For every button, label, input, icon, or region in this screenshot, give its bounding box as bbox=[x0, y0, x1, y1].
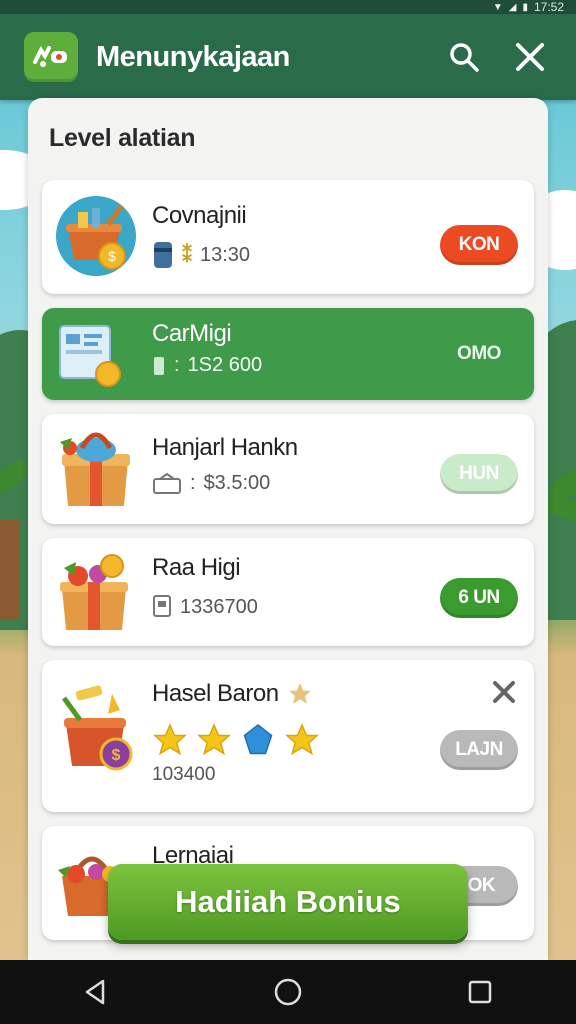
item-meta: 1336700 bbox=[152, 594, 258, 620]
app-bar: Menunykajaan bbox=[0, 14, 576, 100]
pot-coin-icon: $ bbox=[54, 684, 140, 779]
level-panel: Level alatian $ Covnajnii ⁑ 13:30 KON Ca… bbox=[28, 98, 548, 960]
status-bar: ▼ ◢ ▮ 17:52 bbox=[0, 0, 576, 14]
close-icon[interactable] bbox=[492, 680, 516, 709]
item-value: 103400 bbox=[152, 764, 216, 785]
svg-text:$: $ bbox=[108, 248, 116, 264]
item-action-button[interactable]: KON bbox=[440, 225, 518, 265]
item-name: Raa Higi bbox=[152, 554, 241, 581]
note-icon bbox=[153, 595, 171, 617]
bar-icon bbox=[154, 356, 164, 375]
item-value: 1336700 bbox=[180, 595, 258, 618]
panel-title: Level alatian bbox=[49, 124, 196, 152]
recents-icon[interactable] bbox=[450, 967, 510, 1017]
back-icon[interactable] bbox=[66, 967, 126, 1017]
status-time: 17:52 bbox=[533, 0, 564, 14]
item-meta: : $3.5:00 bbox=[152, 472, 270, 495]
home-icon[interactable] bbox=[258, 967, 318, 1017]
search-icon[interactable] bbox=[442, 35, 486, 79]
app-logo-icon[interactable] bbox=[24, 32, 78, 82]
blue-gem-icon bbox=[243, 724, 273, 755]
fruit-box-icon bbox=[54, 550, 134, 639]
basket-coin-icon: $ bbox=[54, 194, 138, 283]
wifi-icon: ▼ bbox=[492, 1, 503, 13]
list-item-raa-higi[interactable]: Raa Higi 1336700 6 UN bbox=[42, 538, 534, 646]
star-icon bbox=[153, 723, 187, 756]
can-icon bbox=[154, 242, 172, 268]
list-item-hanjarl-hankn[interactable]: Hanjarl Hankn : $3.5:00 HUN bbox=[42, 414, 534, 524]
item-action-button[interactable]: OMO bbox=[440, 334, 518, 374]
item-action-button[interactable]: HUN bbox=[440, 454, 518, 494]
item-name: CarMigi bbox=[152, 320, 232, 347]
item-value: 1S2 600 bbox=[187, 354, 263, 376]
close-icon[interactable] bbox=[508, 35, 552, 79]
item-name: Hanjarl Hankn bbox=[152, 434, 298, 461]
bonus-button[interactable]: Hadiiah Bonius bbox=[108, 864, 468, 940]
item-value: 13:30 bbox=[200, 243, 251, 266]
gift-box-icon bbox=[54, 426, 138, 517]
star-icon bbox=[285, 723, 319, 756]
item-value: $3.5:00 bbox=[203, 472, 271, 494]
item-action-button[interactable]: 6 UN bbox=[440, 578, 518, 618]
system-nav-bar bbox=[0, 960, 576, 1024]
signal-icon: ◢ bbox=[508, 1, 517, 13]
item-meta: 103400 bbox=[152, 764, 215, 786]
star-icon bbox=[197, 723, 231, 756]
list-item-carmigi[interactable]: CarMigi : 1S2 600 OMO bbox=[42, 308, 534, 400]
item-meta: ⁑ 13:30 bbox=[152, 240, 250, 270]
star-badge-icon bbox=[288, 683, 311, 704]
item-name: Covnajnii bbox=[152, 202, 247, 229]
star-rating bbox=[152, 722, 320, 758]
list-item-covnajnii[interactable]: $ Covnajnii ⁑ 13:30 KON bbox=[42, 180, 534, 294]
item-action-button[interactable]: LAJN bbox=[440, 730, 518, 770]
list-item-hasel-baron[interactable]: $ Hasel Baron 103400 LAJN bbox=[42, 660, 534, 812]
ticket-icon bbox=[153, 472, 181, 494]
battery-icon: ▮ bbox=[522, 1, 528, 13]
item-name-row: Hasel Baron bbox=[152, 680, 313, 708]
item-meta: : 1S2 600 bbox=[152, 354, 262, 377]
paper-coin-icon bbox=[54, 320, 124, 395]
app-title: Menunykajaan bbox=[96, 40, 290, 73]
item-name: Hasel Baron bbox=[152, 680, 279, 707]
svg-text:$: $ bbox=[112, 747, 121, 764]
